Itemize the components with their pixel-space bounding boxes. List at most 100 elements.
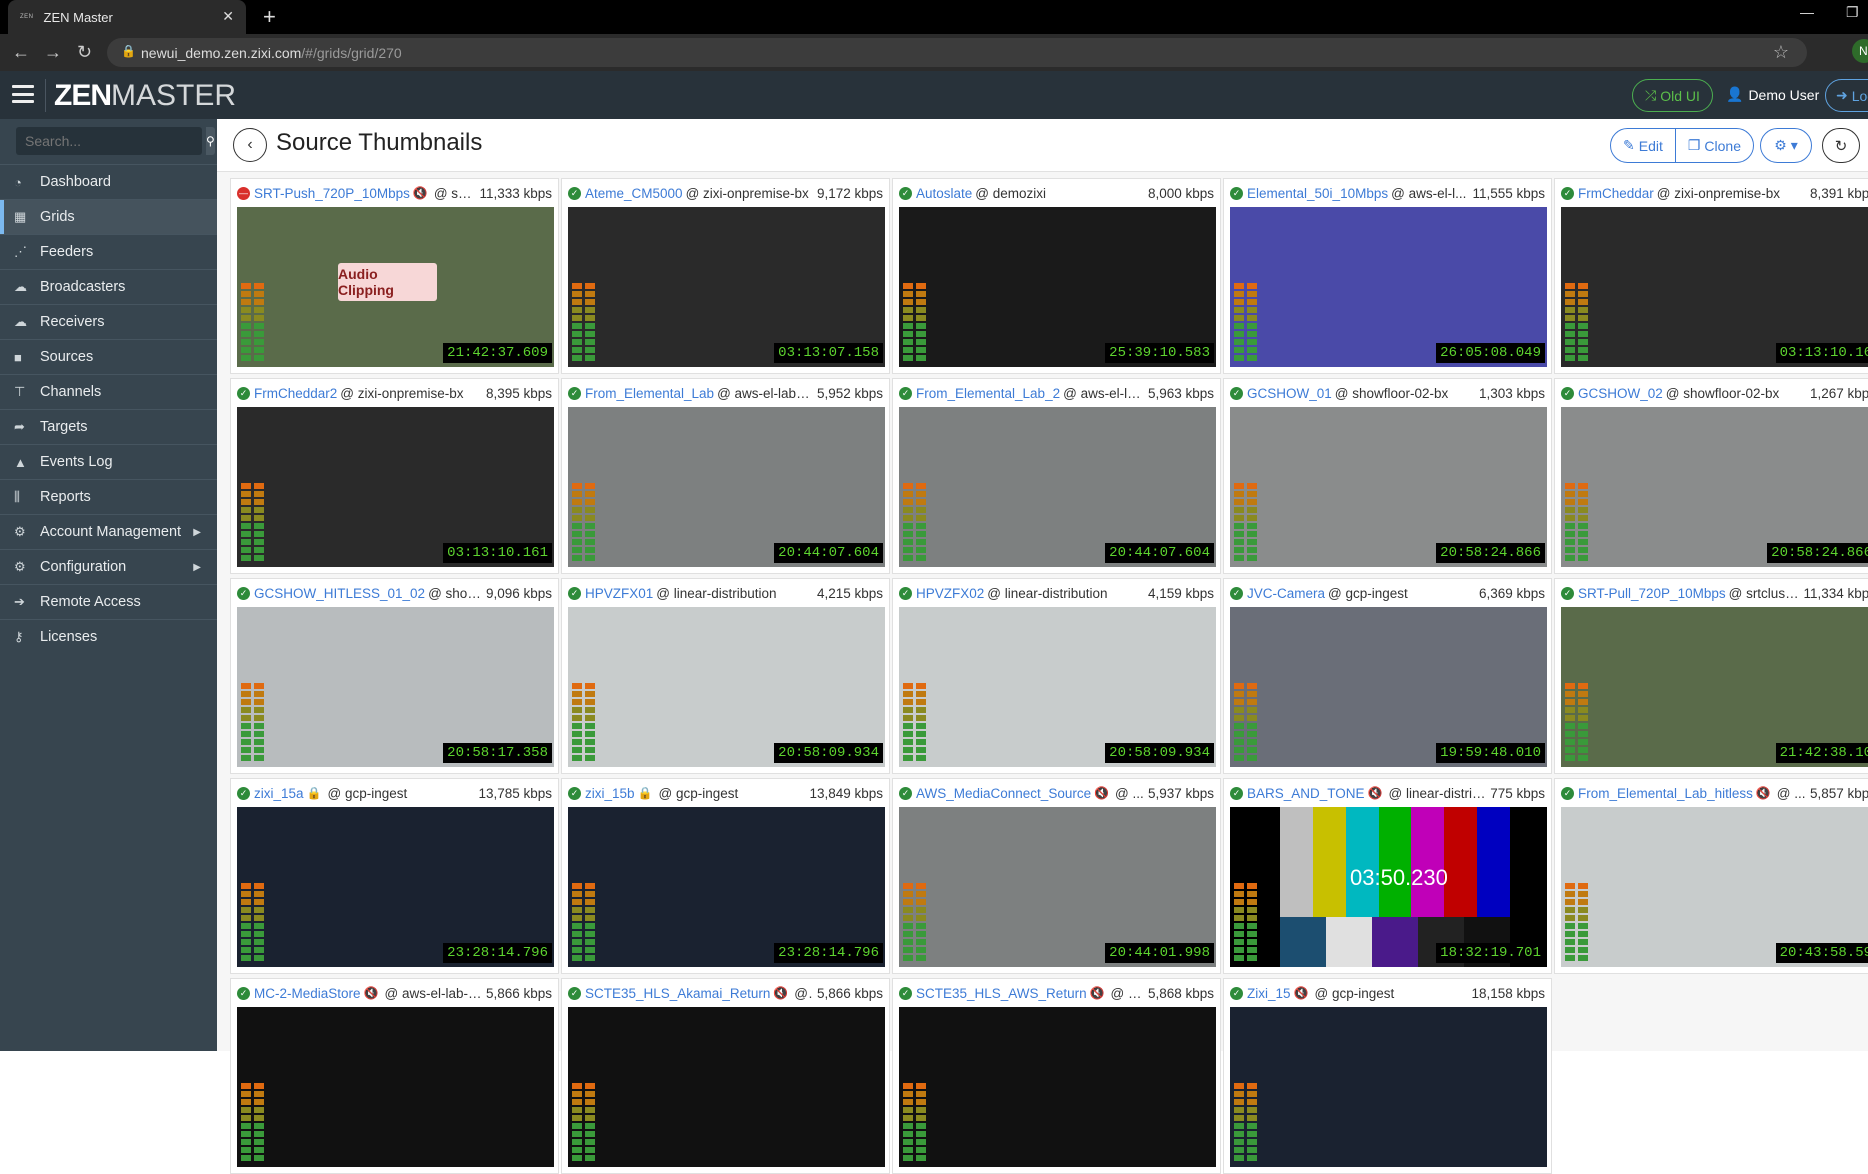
restore-icon[interactable]: ❐	[1846, 4, 1859, 21]
source-tile[interactable]: ✓ From_Elemental_Lab @ aws-el-lab-i... 5…	[561, 378, 890, 574]
video-thumbnail[interactable]	[568, 1007, 885, 1167]
hamburger-menu-icon[interactable]	[12, 85, 34, 103]
source-name-link[interactable]: FrmCheddar	[1578, 186, 1654, 201]
video-thumbnail[interactable]: 20:44:07.604	[568, 407, 885, 567]
zen-master-logo[interactable]: ZENMASTER	[54, 79, 236, 113]
sidebar-item-grids[interactable]: ▦ Grids	[0, 199, 217, 234]
source-name-link[interactable]: SRT-Pull_720P_10Mbps	[1578, 586, 1726, 601]
source-name-link[interactable]: GCSHOW_02	[1578, 386, 1663, 401]
source-tile[interactable]: ✓ GCSHOW_02 @ showfloor-02-bx 1,267 kbps…	[1554, 378, 1868, 574]
source-name-link[interactable]: JVC-Camera	[1247, 586, 1325, 601]
source-tile[interactable]: ✓ From_Elemental_Lab_hitless 🔇 @ ... 5,8…	[1554, 778, 1868, 974]
source-name-link[interactable]: zixi_15b	[585, 786, 635, 801]
sidebar-item-events-log[interactable]: ▲ Events Log	[0, 444, 217, 479]
source-tile[interactable]: ✓ zixi_15b 🔒 @ gcp-ingest 13,849 kbps 23…	[561, 778, 890, 974]
video-thumbnail[interactable]	[1230, 1007, 1547, 1167]
source-tile[interactable]: ✓ SCTE35_HLS_AWS_Return 🔇 @ a... 5,868 k…	[892, 978, 1221, 1174]
source-tile[interactable]: ✓ FrmCheddar2 @ zixi-onpremise-bx 8,395 …	[230, 378, 559, 574]
video-thumbnail[interactable]: 20:58:17.358	[237, 607, 554, 767]
source-tile[interactable]: ✓ SRT-Pull_720P_10Mbps @ srtclust... 11,…	[1554, 578, 1868, 774]
video-thumbnail[interactable]	[899, 1007, 1216, 1167]
source-tile[interactable]: ✓ Ateme_CM5000 @ zixi-onpremise-bx 9,172…	[561, 178, 890, 374]
video-thumbnail[interactable]	[237, 1007, 554, 1167]
sidebar-item-channels[interactable]: ⊤ Channels	[0, 374, 217, 409]
source-name-link[interactable]: HPVZFX02	[916, 586, 984, 601]
video-thumbnail[interactable]: 03:13:10.161	[237, 407, 554, 567]
source-tile[interactable]: ✓ BARS_AND_TONE 🔇 @ linear-distrib... 77…	[1223, 778, 1552, 974]
source-name-link[interactable]: Zixi_15	[1247, 986, 1291, 1001]
back-icon[interactable]: ←	[12, 42, 30, 63]
sidebar-item-feeders[interactable]: ⋰ Feeders	[0, 234, 217, 269]
sidebar-item-dashboard[interactable]: ◔ Dashboard	[0, 164, 217, 199]
source-name-link[interactable]: Ateme_CM5000	[585, 186, 683, 201]
source-tile[interactable]: ✓ GCSHOW_HITLESS_01_02 @ show... 9,096 k…	[230, 578, 559, 774]
video-thumbnail[interactable]: 20:58:09.934	[899, 607, 1216, 767]
video-thumbnail[interactable]: 03:13:07.158	[568, 207, 885, 367]
video-thumbnail[interactable]: 19:59:48.010	[1230, 607, 1547, 767]
source-tile[interactable]: — SRT-Push_720P_10Mbps 🔇 @ srt... 11,333…	[230, 178, 559, 374]
sidebar-item-remote-access[interactable]: ➔ Remote Access	[0, 584, 217, 619]
source-name-link[interactable]: From_Elemental_Lab_2	[916, 386, 1060, 401]
clone-button[interactable]: ❐ Clone	[1674, 129, 1753, 162]
sidebar-item-receivers[interactable]: ☁ Receivers	[0, 304, 217, 339]
refresh-button[interactable]: ↻	[1822, 128, 1860, 163]
video-thumbnail[interactable]: 20:44:01.998	[899, 807, 1216, 967]
source-tile[interactable]: ✓ SCTE35_HLS_Akamai_Return 🔇 @ ... 5,866…	[561, 978, 890, 1174]
source-tile[interactable]: ✓ Elemental_50i_10Mbps @ aws-el-l... 11,…	[1223, 178, 1552, 374]
source-name-link[interactable]: FrmCheddar2	[254, 386, 337, 401]
source-name-link[interactable]: AWS_MediaConnect_Source	[916, 786, 1091, 801]
search-input[interactable]	[16, 127, 206, 155]
source-tile[interactable]: ✓ From_Elemental_Lab_2 @ aws-el-la... 5,…	[892, 378, 1221, 574]
video-thumbnail[interactable]: 20:58:24.866	[1561, 407, 1868, 567]
video-thumbnail[interactable]: 21:42:38.10	[1561, 607, 1868, 767]
source-name-link[interactable]: Elemental_50i_10Mbps	[1247, 186, 1388, 201]
source-name-link[interactable]: SCTE35_HLS_AWS_Return	[916, 986, 1087, 1001]
video-thumbnail[interactable]: 20:43:58.59	[1561, 807, 1868, 967]
sidebar-item-configuration[interactable]: ⚙ Configuration ▶	[0, 549, 217, 584]
bookmark-star-icon[interactable]: ☆	[1773, 42, 1789, 63]
source-tile[interactable]: ✓ JVC-Camera @ gcp-ingest 6,369 kbps 19:…	[1223, 578, 1552, 774]
video-thumbnail[interactable]: 20:58:24.866	[1230, 407, 1547, 567]
old-ui-button[interactable]: ⤮ Old UI	[1632, 79, 1713, 112]
source-tile[interactable]: ✓ HPVZFX01 @ linear-distribution 4,215 k…	[561, 578, 890, 774]
source-tile[interactable]: ✓ FrmCheddar @ zixi-onpremise-bx 8,391 k…	[1554, 178, 1868, 374]
logout-button[interactable]: ➜Log	[1825, 79, 1868, 112]
user-menu[interactable]: 👤 Demo User	[1726, 86, 1819, 103]
new-tab-icon[interactable]: +	[263, 4, 276, 30]
sidebar-item-account-management[interactable]: ⚙ Account Management ▶	[0, 514, 217, 549]
minimize-icon[interactable]: —	[1800, 4, 1814, 20]
settings-dropdown-button[interactable]: ⚙ ▾	[1760, 128, 1812, 163]
search-icon[interactable]: ⚲	[206, 127, 215, 155]
source-name-link[interactable]: Autoslate	[916, 186, 972, 201]
source-name-link[interactable]: zixi_15a	[254, 786, 304, 801]
reload-icon[interactable]: ↻	[77, 42, 92, 63]
sidebar-item-licenses[interactable]: ⚷ Licenses	[0, 619, 217, 654]
edit-button[interactable]: ✎ Edit	[1611, 129, 1675, 162]
video-thumbnail[interactable]: 20:44:07.604	[899, 407, 1216, 567]
source-tile[interactable]: ✓ GCSHOW_01 @ showfloor-02-bx 1,303 kbps…	[1223, 378, 1552, 574]
video-thumbnail[interactable]: 23:28:14.796	[568, 807, 885, 967]
source-name-link[interactable]: From_Elemental_Lab	[585, 386, 714, 401]
source-name-link[interactable]: GCSHOW_HITLESS_01_02	[254, 586, 425, 601]
browser-tab[interactable]: ZEN ZEN Master ✕	[8, 0, 246, 34]
video-thumbnail[interactable]: 26:05:08.049	[1230, 207, 1547, 367]
video-thumbnail[interactable]: 03:13:10.16	[1561, 207, 1868, 367]
video-thumbnail[interactable]: 20:58:09.934	[568, 607, 885, 767]
source-name-link[interactable]: SCTE35_HLS_Akamai_Return	[585, 986, 770, 1001]
source-name-link[interactable]: BARS_AND_TONE	[1247, 786, 1365, 801]
source-name-link[interactable]: From_Elemental_Lab_hitless	[1578, 786, 1753, 801]
source-tile[interactable]: ✓ Autoslate @ demozixi 8,000 kbps 25:39:…	[892, 178, 1221, 374]
video-thumbnail[interactable]: Audio Clipping 21:42:37.609	[237, 207, 554, 367]
source-name-link[interactable]: MC-2-MediaStore	[254, 986, 361, 1001]
video-thumbnail[interactable]: 23:28:14.796	[237, 807, 554, 967]
url-input[interactable]: 🔒 newui_demo.zen.zixi.com/#/grids/grid/2…	[107, 38, 1807, 67]
source-tile[interactable]: ✓ AWS_MediaConnect_Source 🔇 @ ... 5,937 …	[892, 778, 1221, 974]
source-name-link[interactable]: HPVZFX01	[585, 586, 653, 601]
sidebar-item-broadcasters[interactable]: ☁ Broadcasters	[0, 269, 217, 304]
sidebar-item-targets[interactable]: ➦ Targets	[0, 409, 217, 444]
back-button[interactable]: ‹	[233, 128, 267, 162]
source-name-link[interactable]: GCSHOW_01	[1247, 386, 1332, 401]
sidebar-item-sources[interactable]: ■ Sources	[0, 339, 217, 374]
video-thumbnail[interactable]: 03:50.230 18:32:19.701	[1230, 807, 1547, 967]
source-tile[interactable]: ✓ Zixi_15 🔇 @ gcp-ingest 18,158 kbps	[1223, 978, 1552, 1174]
